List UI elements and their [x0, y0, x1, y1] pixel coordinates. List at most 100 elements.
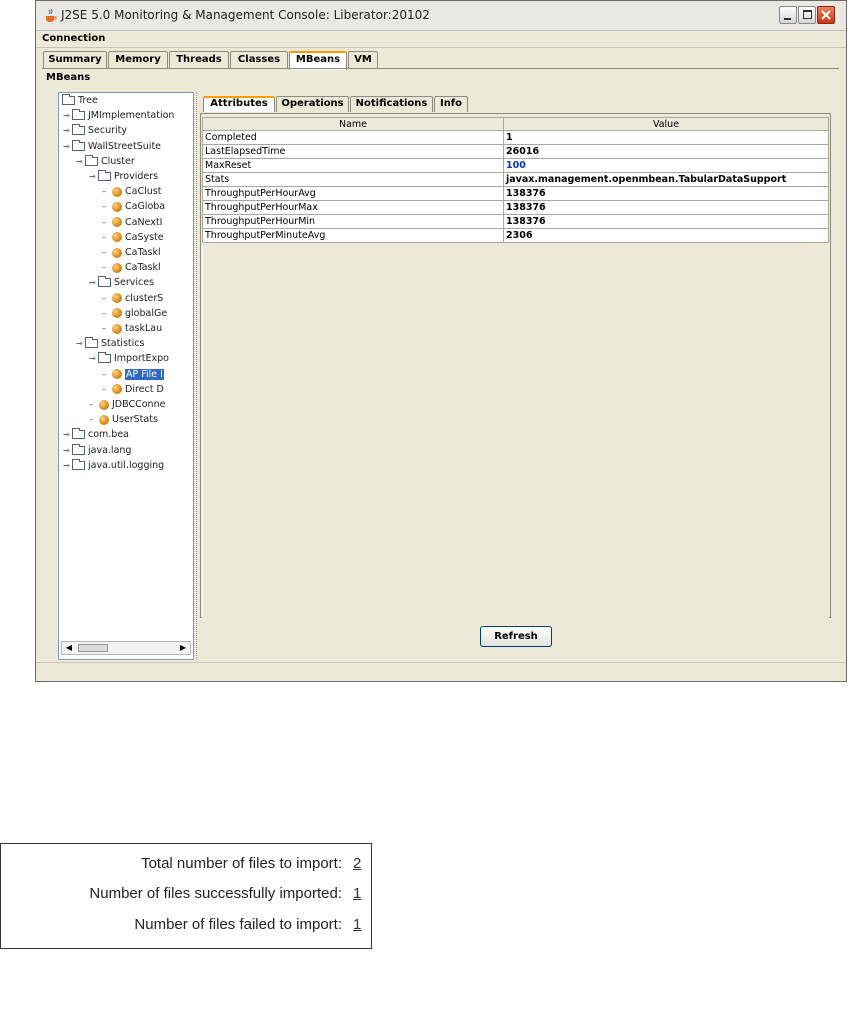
- tree-node[interactable]: ⊸ WallStreetSuite: [63, 139, 161, 155]
- tree-line-icon: –: [102, 232, 106, 242]
- tree-root-icon: [62, 94, 75, 105]
- section-label: MBeans: [46, 72, 91, 83]
- tree-leaf[interactable]: – Direct D: [102, 384, 164, 398]
- tree-node-label: java.lang: [88, 444, 132, 456]
- tree-node[interactable]: ⊸ com.bea: [63, 428, 129, 443]
- tree-node[interactable]: Tree: [61, 94, 98, 109]
- expand-handle-icon[interactable]: ⊸: [63, 461, 71, 470]
- folder-icon: [85, 337, 98, 349]
- tree-node[interactable]: ⊸ Cluster: [76, 154, 135, 170]
- folder-icon: [72, 109, 85, 121]
- success-files-row: Number of files successfully imported: 1: [1, 885, 371, 905]
- attribute-value-cell: javax.management.openmbean.TabularDataSu…: [503, 172, 829, 187]
- attribute-value-cell[interactable]: 100: [503, 158, 829, 173]
- tree-node-label: JMImplementation: [88, 110, 175, 122]
- tab-info[interactable]: Info: [434, 96, 468, 112]
- tree-leaf[interactable]: – UserStats: [89, 414, 158, 428]
- menu-connection[interactable]: Connection: [42, 33, 105, 44]
- tree-leaf[interactable]: – CaTaskl: [102, 247, 161, 261]
- table-row[interactable]: Completed 1: [202, 130, 829, 145]
- tab-memory[interactable]: Memory: [108, 51, 168, 69]
- tree-horizontal-scrollbar[interactable]: ◀ ▶: [61, 641, 191, 655]
- tree-node[interactable]: ⊸ Providers: [89, 170, 158, 185]
- attribute-value-cell: 1: [503, 130, 829, 145]
- expand-handle-icon[interactable]: ⊸: [63, 142, 71, 151]
- attribute-value-cell: 138376: [503, 186, 829, 201]
- mbean-icon: [112, 232, 122, 243]
- tab-vm[interactable]: VM: [348, 51, 378, 69]
- tree-node[interactable]: ⊸ java.lang: [63, 443, 132, 459]
- tree-leaf[interactable]: – CaGloba: [102, 201, 165, 215]
- tab-threads[interactable]: Threads: [169, 51, 229, 69]
- tree-node-label: Tree: [78, 95, 98, 106]
- column-header-value[interactable]: Value: [503, 117, 829, 131]
- table-filler: [202, 242, 829, 619]
- table-row[interactable]: ThroughputPerHourMax 138376: [202, 200, 829, 215]
- minimize-button[interactable]: [779, 6, 797, 24]
- tree-leaf[interactable]: – CaNextI: [102, 217, 162, 231]
- tab-classes[interactable]: Classes: [230, 51, 288, 69]
- tree-node[interactable]: ⊸ Security: [63, 124, 127, 139]
- expand-handle-icon[interactable]: ⊸: [63, 126, 71, 135]
- table-row[interactable]: Stats javax.management.openmbean.TabularD…: [202, 172, 829, 187]
- tree-leaf[interactable]: – CaTaskl: [102, 262, 161, 276]
- tree-leaf[interactable]: – globalGe: [102, 308, 167, 322]
- tree-node-label: Cluster: [101, 155, 135, 167]
- tree-node[interactable]: ⊸ java.util.logging: [63, 458, 164, 474]
- scroll-left-icon[interactable]: ◀: [63, 643, 75, 653]
- expand-handle-icon[interactable]: ⊸: [63, 111, 71, 120]
- tree-line-icon: –: [102, 324, 106, 333]
- import-summary-box: Total number of files to import: 2 Numbe…: [0, 843, 372, 949]
- tree-leaf[interactable]: – CaSyste: [102, 232, 164, 246]
- attribute-value-cell: 2306: [503, 228, 829, 243]
- mbean-icon: [112, 247, 122, 258]
- success-files-link[interactable]: 1: [353, 885, 361, 902]
- mbean-icon: [99, 399, 109, 410]
- tab-attributes[interactable]: Attributes: [203, 96, 275, 112]
- table-row[interactable]: ThroughputPerHourAvg 138376: [202, 186, 829, 201]
- folder-icon: [98, 276, 111, 288]
- tree-node[interactable]: ⊸ JMImplementation: [63, 109, 175, 124]
- tab-operations[interactable]: Operations: [276, 96, 349, 112]
- attribute-name-cell: LastElapsedTime: [202, 144, 504, 159]
- attribute-name-cell: ThroughputPerHourMax: [202, 200, 504, 215]
- tree-leaf[interactable]: – JDBCConne: [89, 399, 165, 413]
- expand-handle-icon[interactable]: ⊸: [89, 278, 97, 287]
- expand-handle-icon[interactable]: ⊸: [89, 354, 97, 363]
- folder-icon: [98, 170, 111, 181]
- expand-handle-icon[interactable]: ⊸: [63, 430, 71, 439]
- tree-node[interactable]: ⊸ ImportExpo: [89, 352, 169, 367]
- table-row[interactable]: MaxReset 100: [202, 158, 829, 173]
- expand-handle-icon[interactable]: ⊸: [89, 172, 97, 181]
- tree-node-label: ImportExpo: [114, 353, 169, 365]
- close-icon: [821, 10, 831, 20]
- java-cup-icon: [46, 8, 57, 22]
- expand-handle-icon[interactable]: ⊸: [76, 157, 84, 166]
- tab-notifications[interactable]: Notifications: [350, 96, 433, 112]
- close-button[interactable]: [817, 6, 835, 24]
- tab-summary[interactable]: Summary: [43, 51, 107, 69]
- tree-leaf[interactable]: – AP File I: [102, 368, 164, 383]
- tree-line-icon: –: [89, 400, 93, 409]
- refresh-button[interactable]: Refresh: [480, 626, 552, 647]
- table-row[interactable]: ThroughputPerHourMin 138376: [202, 214, 829, 229]
- attributes-panel: Name Value Completed 1 LastElapsedTime 2601…: [200, 113, 831, 619]
- tree-node-label: Statistics: [101, 338, 145, 350]
- tree-leaf[interactable]: – clusterS: [102, 293, 163, 307]
- table-row[interactable]: ThroughputPerMinuteAvg 2306: [202, 228, 829, 243]
- expand-handle-icon[interactable]: ⊸: [76, 339, 84, 348]
- failed-files-link[interactable]: 1: [353, 916, 361, 933]
- scroll-thumb[interactable]: [78, 644, 108, 652]
- tree-leaf[interactable]: – CaClust: [102, 186, 161, 200]
- tree-leaf[interactable]: – taskLau: [102, 323, 162, 337]
- expand-handle-icon[interactable]: ⊸: [63, 446, 71, 455]
- maximize-button[interactable]: [798, 6, 816, 24]
- total-files-link[interactable]: 2: [353, 855, 361, 872]
- column-header-name[interactable]: Name: [202, 117, 504, 131]
- tree-node[interactable]: ⊸ Services: [89, 276, 154, 291]
- table-row[interactable]: LastElapsedTime 26016: [202, 144, 829, 159]
- attribute-value-cell: 26016: [503, 144, 829, 159]
- scroll-right-icon[interactable]: ▶: [177, 643, 189, 653]
- tree-line-icon: –: [89, 415, 93, 425]
- tree-node[interactable]: ⊸ Statistics: [76, 337, 145, 352]
